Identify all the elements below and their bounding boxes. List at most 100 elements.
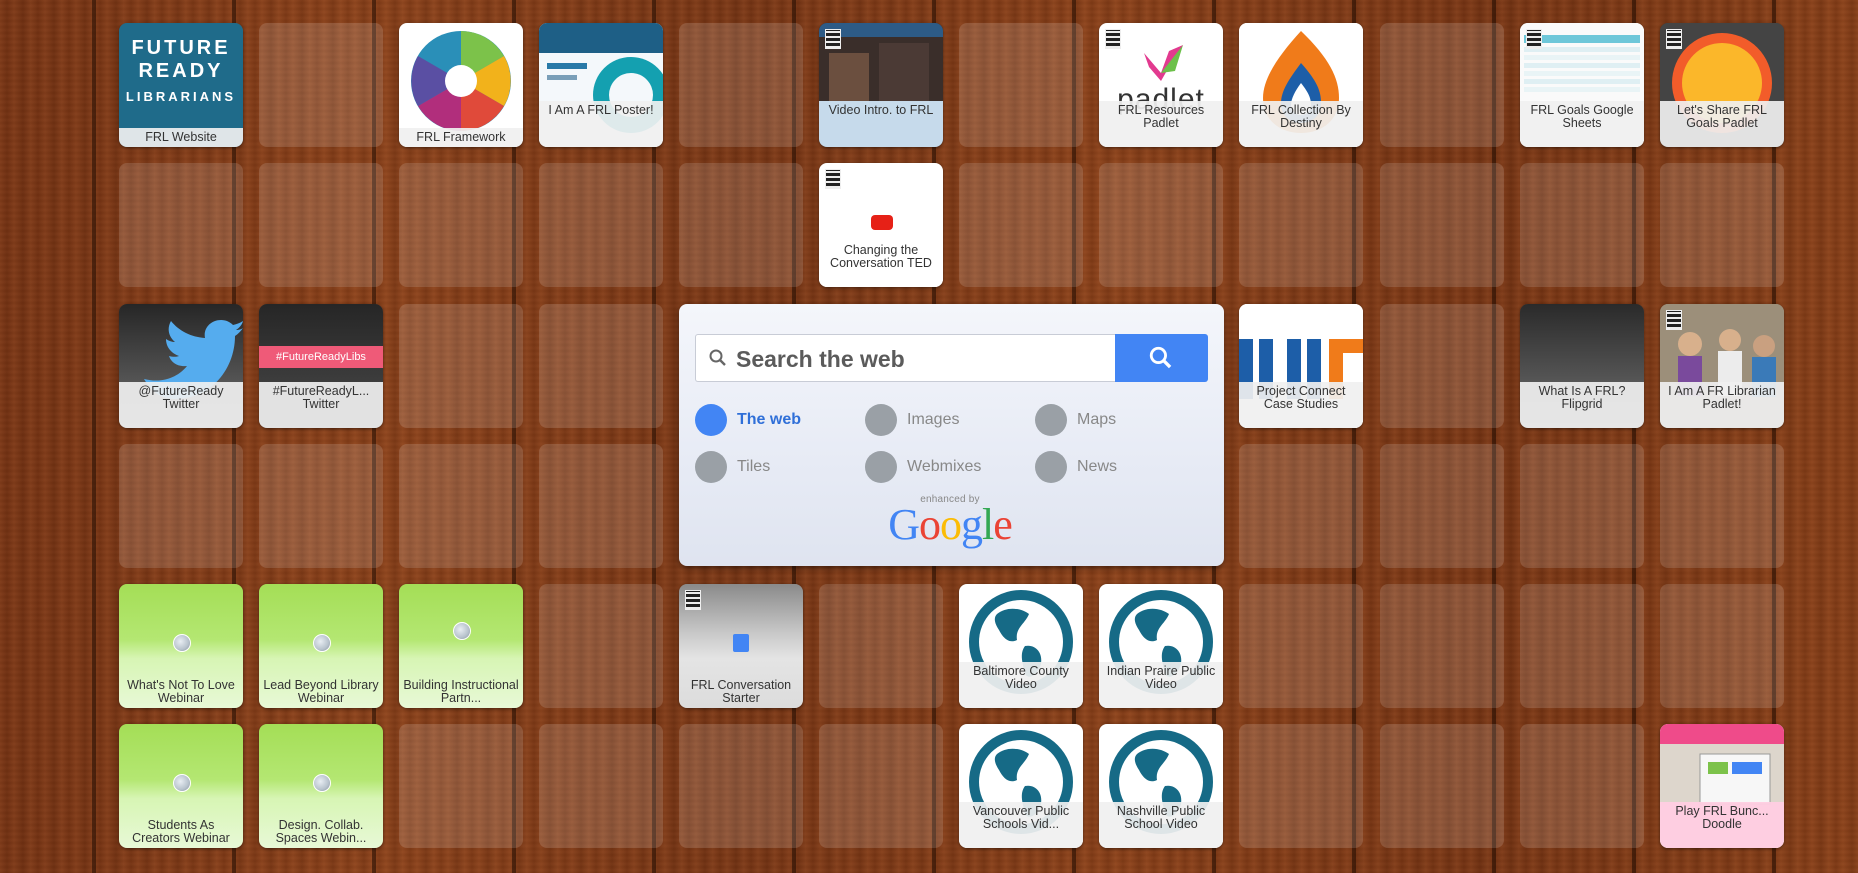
globe-icon: [313, 774, 331, 792]
video-icon: [825, 29, 841, 49]
empty-slot: [1239, 163, 1363, 287]
logo-line-future: FUTURE: [131, 37, 231, 59]
video-icon: [685, 590, 701, 610]
tile-label: Students As Creators Webinar: [132, 818, 230, 845]
empty-slot: [1380, 584, 1504, 708]
camera-icon: [865, 404, 897, 436]
tile-label: @FutureReady Twitter: [119, 382, 243, 428]
tile-label: FRL Framework: [399, 128, 523, 147]
search-option-tiles[interactable]: Tiles: [695, 451, 835, 483]
tile-librarian-padlet[interactable]: I Am A FR Librarian Padlet!: [1660, 304, 1784, 428]
tile-label: #FutureReadyL... Twitter: [259, 382, 383, 428]
logo-line-ready: READY: [138, 60, 224, 82]
tile-label: What Is A FRL? Flipgrid: [1520, 382, 1644, 428]
empty-slot: [259, 163, 383, 287]
search-option-webmixes[interactable]: Webmixes: [865, 451, 1005, 483]
tile-changing-conversation[interactable]: Changing the Conversation TED: [819, 163, 943, 287]
enhanced-by-google: enhanced by Google: [875, 494, 1025, 549]
empty-slot: [819, 584, 943, 708]
empty-slot: [1520, 724, 1644, 848]
empty-slot: [1380, 304, 1504, 428]
option-label: Maps: [1077, 411, 1117, 428]
youtube-icon: [871, 215, 893, 230]
video-icon: [1105, 29, 1121, 49]
empty-slot: [1380, 444, 1504, 568]
tile-indian-praire[interactable]: Indian Praire Public Video: [1099, 584, 1223, 708]
search-input[interactable]: Search the web: [695, 334, 1116, 382]
tile-building-instructional[interactable]: Building Instructional Partn...: [399, 584, 523, 708]
tile-frl-website[interactable]: FUTURE READY LIBRARIANS FRL Website: [119, 23, 243, 147]
tile-vancouver[interactable]: Vancouver Public Schools Vid...: [959, 724, 1083, 848]
tile-label: Design. Collab. Spaces Webin...: [275, 818, 367, 845]
empty-slot: [119, 444, 243, 568]
tile-label: FRL Conversation Starter: [690, 678, 792, 705]
google-logo: Google: [888, 500, 1013, 549]
empty-slot: [679, 163, 803, 287]
tile-conversation-starter[interactable]: FRL Conversation Starter: [679, 584, 803, 708]
tile-label: I Am A FRL Poster!: [539, 101, 663, 147]
tile-twitter[interactable]: @FutureReady Twitter: [119, 304, 243, 428]
search-option-the-web[interactable]: The web: [695, 404, 835, 436]
search-option-news[interactable]: News: [1035, 451, 1175, 483]
globe-icon: [313, 634, 331, 652]
empty-slot: [1520, 584, 1644, 708]
empty-slot: [539, 584, 663, 708]
video-icon: [825, 169, 841, 189]
tile-collection-destiny[interactable]: FRL Collection By Destiny: [1239, 23, 1363, 147]
web-search-panel: Search the web The web Images Maps Tiles…: [679, 304, 1224, 566]
tile-lead-beyond[interactable]: Lead Beyond Library Webinar: [259, 584, 383, 708]
tile-students-creators[interactable]: Students As Creators Webinar: [119, 724, 243, 848]
tile-label: Let's Share FRL Goals Padlet: [1660, 101, 1784, 147]
tile-label: Lead Beyond Library Webinar: [263, 678, 379, 705]
empty-slot: [539, 304, 663, 428]
tile-whats-not-to-love[interactable]: What's Not To Love Webinar: [119, 584, 243, 708]
empty-slot: [399, 444, 523, 568]
option-label: Tiles: [737, 458, 771, 475]
tile-label: Changing the Conversation TED: [819, 241, 943, 287]
logo-line-librarians: LIBRARIANS: [125, 89, 237, 104]
empty-slot: [399, 304, 523, 428]
tile-flipgrid[interactable]: What Is A FRL? Flipgrid: [1520, 304, 1644, 428]
tile-project-connect[interactable]: Project Connect Case Studies: [1239, 304, 1363, 428]
empty-slot: [1239, 584, 1363, 708]
search-option-images[interactable]: Images: [865, 404, 1005, 436]
tile-play-doodle[interactable]: Play FRL Bunc... Doodle: [1660, 724, 1784, 848]
search-placeholder: Search the web: [736, 346, 905, 372]
search-button[interactable]: [1115, 334, 1208, 382]
document-icon: [733, 634, 749, 652]
news-icon: [1035, 451, 1067, 483]
globe-icon: [453, 622, 471, 640]
tile-frl-poster[interactable]: I Am A FRL Poster!: [539, 23, 663, 147]
option-label: Images: [907, 411, 960, 428]
tile-design-collab[interactable]: Design. Collab. Spaces Webin...: [259, 724, 383, 848]
empty-slot: [259, 23, 383, 147]
tile-label: FRL Website: [119, 128, 243, 147]
tile-label: Nashville Public School Video: [1099, 802, 1223, 848]
tile-goals-sheets[interactable]: FRL Goals Google Sheets: [1520, 23, 1644, 147]
tile-label: FRL Goals Google Sheets: [1520, 101, 1644, 147]
tile-video-intro[interactable]: Video Intro. to FRL: [819, 23, 943, 147]
tile-nashville[interactable]: Nashville Public School Video: [1099, 724, 1223, 848]
hashtag-banner: #FutureReadyLibs: [259, 346, 383, 368]
empty-slot: [1239, 444, 1363, 568]
tile-goals-padlet[interactable]: Let's Share FRL Goals Padlet: [1660, 23, 1784, 147]
search-icon: [1149, 346, 1172, 369]
empty-slot: [1380, 23, 1504, 147]
tile-label: Indian Praire Public Video: [1099, 662, 1223, 708]
tile-label: Video Intro. to FRL: [819, 101, 943, 147]
empty-slot: [539, 724, 663, 848]
tile-baltimore[interactable]: Baltimore County Video: [959, 584, 1083, 708]
tile-hashtag[interactable]: #FutureReadyLibs #FutureReadyL... Twitte…: [259, 304, 383, 428]
tile-label: Vancouver Public Schools Vid...: [959, 802, 1083, 848]
search-option-maps[interactable]: Maps: [1035, 404, 1175, 436]
tile-resources-padlet[interactable]: padlet FRL Resources Padlet: [1099, 23, 1223, 147]
map-pin-icon: [1035, 404, 1067, 436]
tile-label: Baltimore County Video: [959, 662, 1083, 708]
tile-label: What's Not To Love Webinar: [127, 678, 235, 705]
search-icon: [709, 349, 726, 366]
tile-frl-framework[interactable]: FRL Framework: [399, 23, 523, 147]
empty-slot: [819, 724, 943, 848]
tile-label: FRL Collection By Destiny: [1239, 101, 1363, 147]
video-icon: [1526, 29, 1542, 49]
tile-label: I Am A FR Librarian Padlet!: [1660, 382, 1784, 428]
